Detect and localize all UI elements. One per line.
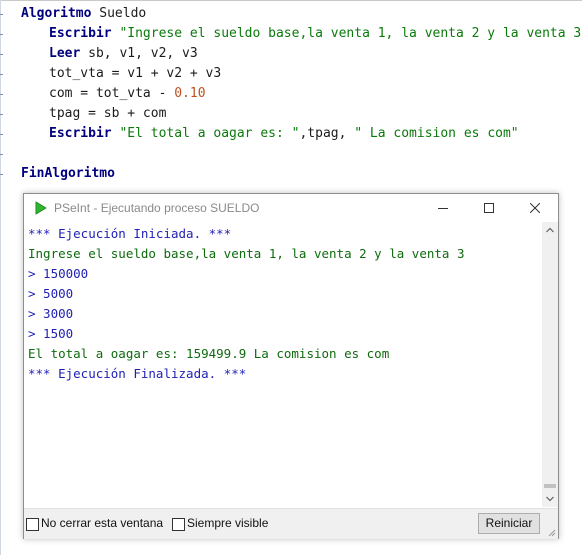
code-text: ,tpag,: [299, 126, 355, 141]
window-titlebar[interactable]: PSeInt - Ejecutando proceso SUELDO: [24, 194, 558, 222]
close-icon: [530, 203, 540, 213]
console-input-line: > 3000: [28, 306, 74, 321]
code-keyword: Escribir: [49, 26, 112, 41]
siempre-visible-label[interactable]: Siempre visible: [187, 516, 268, 531]
editor-gutter: [0, 0, 1, 555]
console-output-line: El total a oagar es: 159499.9 La comisio…: [28, 346, 390, 361]
scroll-thumb[interactable]: [544, 484, 556, 488]
code-line[interactable]: Escribir "El total a oagar es: ",tpag, "…: [49, 124, 519, 144]
code-number: 0.10: [174, 86, 206, 101]
maximize-icon: [484, 203, 494, 213]
code-line[interactable]: Leer sb, v1, v2, v3: [49, 44, 198, 64]
code-line[interactable]: tot_vta = v1 + v2 + v3: [49, 64, 221, 84]
code-text: com = tot_vta -: [49, 86, 175, 101]
code-line[interactable]: tpag = sb + com: [49, 104, 166, 124]
editor-top-border: [0, 0, 582, 1]
close-button[interactable]: [512, 194, 558, 222]
gutter-tick: [0, 94, 3, 95]
gutter-tick: [0, 154, 3, 155]
console-output[interactable]: *** Ejecución Iniciada. *** Ingrese el su…: [24, 222, 542, 508]
gutter-tick: [0, 34, 3, 35]
code-keyword: Algoritmo: [21, 6, 92, 21]
chevron-up-icon: [546, 227, 554, 233]
console-output-line: *** Ejecución Iniciada. ***: [28, 226, 232, 241]
gutter-tick: [0, 134, 3, 135]
code-line[interactable]: Escribir "Ingrese el sueldo base,la vent…: [49, 24, 582, 44]
minimize-button[interactable]: [420, 194, 466, 222]
window-title: PSeInt - Ejecutando proceso SUELDO: [54, 201, 260, 215]
code-line[interactable]: Algoritmo Sueldo: [21, 4, 146, 24]
no-cerrar-label[interactable]: No cerrar esta ventana: [41, 516, 163, 531]
console-output-line: *** Ejecución Finalizada. ***: [28, 366, 247, 381]
console-input-line: > 1500: [28, 326, 74, 341]
scroll-up-button[interactable]: [542, 222, 558, 238]
code-text: sb, v1, v2, v3: [80, 46, 198, 61]
siempre-visible-checkbox[interactable]: [172, 518, 185, 531]
console-input-line: > 5000: [28, 286, 74, 301]
code-keyword: Escribir: [49, 126, 112, 141]
console-scrollbar[interactable]: [542, 222, 558, 507]
pseint-run-window: PSeInt - Ejecutando proceso SUELDO *** E…: [23, 193, 559, 539]
console-output-line: Ingrese el sueldo base,la venta 1, la ve…: [28, 246, 465, 261]
maximize-button[interactable]: [466, 194, 512, 222]
code-text: Sueldo: [91, 6, 147, 21]
code-text: tot_vta = v1 + v2 + v3: [49, 66, 222, 81]
scroll-down-button[interactable]: [542, 491, 558, 507]
code-string: " La comision es com": [354, 126, 519, 141]
gutter-tick: [0, 14, 3, 15]
reiniciar-button[interactable]: Reiniciar: [478, 513, 540, 534]
code-keyword: Leer: [49, 46, 81, 61]
window-bottom-bar: No cerrar esta ventana Siempre visible R…: [24, 508, 558, 539]
code-keyword: FinAlgoritmo: [21, 166, 115, 181]
gutter-tick: [0, 174, 3, 175]
code-line[interactable]: FinAlgoritmo: [21, 164, 115, 184]
gutter-tick: [0, 74, 3, 75]
minimize-icon: [438, 208, 448, 209]
code-string: "Ingrese el sueldo base,la venta 1, la v…: [111, 26, 582, 41]
resize-grip-icon[interactable]: [546, 527, 556, 537]
chevron-down-icon: [546, 496, 554, 502]
gutter-tick: [0, 114, 3, 115]
pseint-play-icon: [35, 201, 47, 215]
no-cerrar-checkbox[interactable]: [26, 518, 39, 531]
code-text: tpag = sb + com: [49, 106, 167, 121]
gutter-tick: [0, 54, 3, 55]
code-string: "El total a oagar es: ": [111, 126, 300, 141]
console-input-line: > 150000: [28, 266, 89, 281]
code-line[interactable]: com = tot_vta - 0.10: [49, 84, 206, 104]
